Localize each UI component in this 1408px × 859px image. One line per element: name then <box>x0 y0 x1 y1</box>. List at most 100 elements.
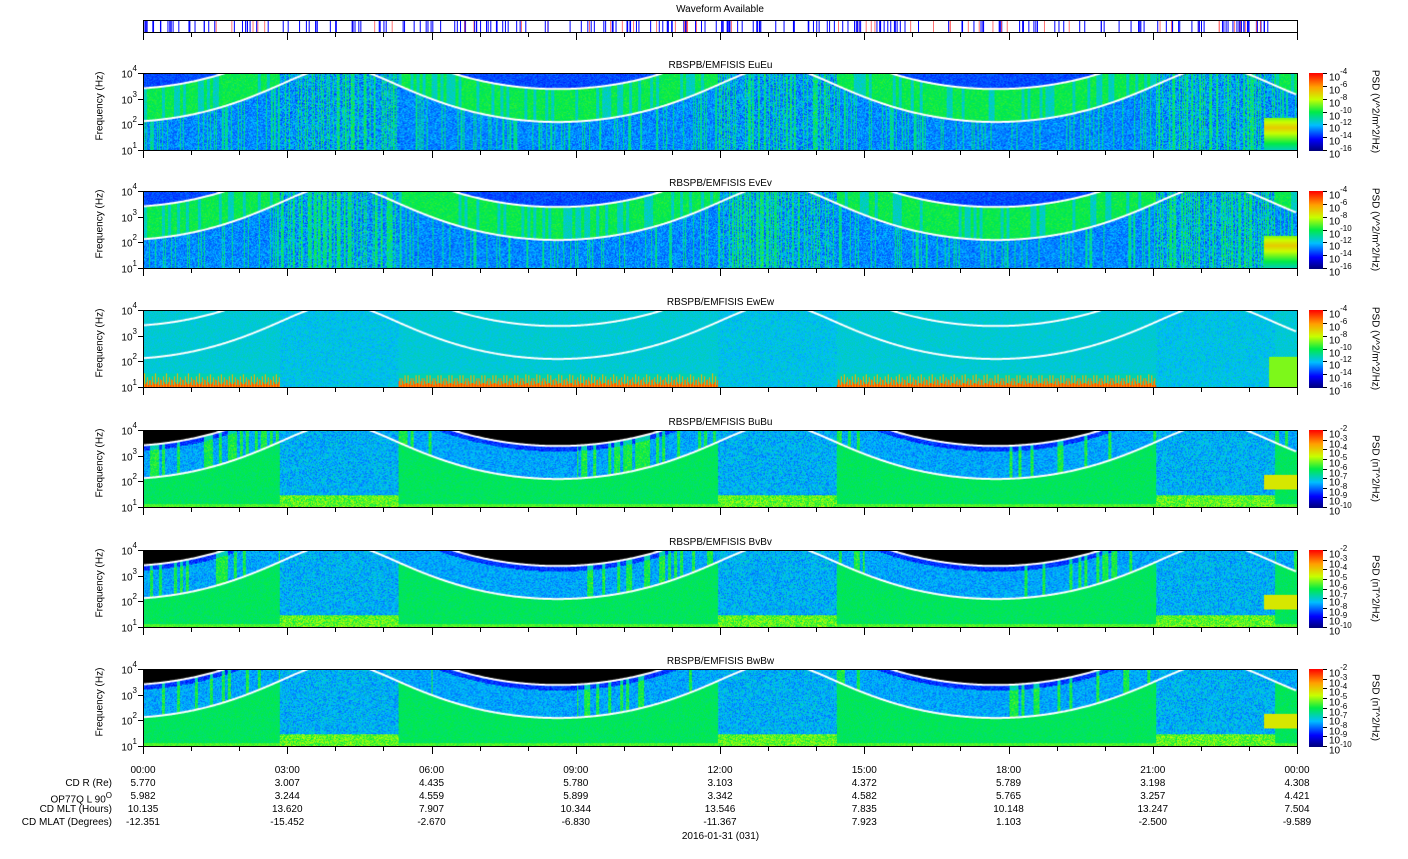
ephemeris-value: -11.367 <box>703 817 737 828</box>
spectrogram-image <box>144 431 1297 507</box>
x-minor-tick <box>623 388 625 392</box>
y-major-tick <box>138 455 143 457</box>
x-major-tick <box>1152 33 1154 40</box>
y-tick-label: 101 <box>121 378 137 395</box>
x-major-tick <box>720 269 721 276</box>
x-major-tick <box>1008 269 1010 276</box>
x-minor-tick <box>960 33 962 37</box>
x-minor-tick <box>335 151 337 155</box>
x-minor-tick <box>1200 33 1202 37</box>
colorbar-tick <box>1323 98 1327 100</box>
x-minor-tick <box>1248 628 1250 632</box>
x-major-tick <box>1152 269 1154 276</box>
x-minor-tick <box>1200 151 1202 155</box>
colorbar-tick <box>1323 268 1327 269</box>
colorbar-tick <box>1323 736 1327 738</box>
x-minor-tick <box>768 388 770 392</box>
colorbar-label: PSD (V^2/m^2/Hz) <box>1369 306 1381 391</box>
x-minor-tick <box>383 747 385 751</box>
ephemeris-value: 5.770 <box>130 778 156 789</box>
x-minor-tick <box>527 269 529 273</box>
x-minor-tick <box>623 747 625 751</box>
x-minor-tick <box>383 269 385 273</box>
y-tick-label: 101 <box>121 618 137 635</box>
x-major-tick <box>720 508 721 515</box>
x-major-tick <box>287 33 289 40</box>
x-minor-tick <box>527 151 529 155</box>
x-minor-tick <box>1056 269 1058 273</box>
colorbar-label: PSD (V^2/m^2/Hz) <box>1369 69 1381 154</box>
ephemeris-value: 3.198 <box>1140 778 1166 789</box>
colorbar-tick <box>1323 310 1327 311</box>
x-major-tick <box>287 269 289 276</box>
ephemeris-row-label: CD R (Re) <box>65 778 112 789</box>
x-minor-tick <box>1248 508 1250 512</box>
x-major-tick <box>1297 747 1298 754</box>
x-minor-tick <box>239 151 241 155</box>
colorbar-tick <box>1323 242 1327 244</box>
x-major-tick <box>143 269 144 276</box>
x-major-tick <box>431 747 433 754</box>
colorbar-label: PSD (V^2/m^2/Hz) <box>1369 187 1381 272</box>
ephemeris-value: -6.830 <box>561 817 590 828</box>
colorbar-tick <box>1323 449 1327 451</box>
y-major-tick <box>138 124 143 126</box>
colorbar-tick-label: 10-16 <box>1329 381 1352 398</box>
ephemeris-value: 5.780 <box>563 778 589 789</box>
y-tick-label: 102 <box>121 472 137 489</box>
colorbar-tick <box>1323 559 1327 561</box>
x-minor-tick <box>1056 33 1058 37</box>
ephemeris-value: 7.923 <box>851 817 877 828</box>
panel-title: RBSPB/EMFISIS EuEu <box>668 60 773 71</box>
x-major-tick <box>864 269 866 276</box>
x-minor-tick <box>1200 388 1202 392</box>
y-axis-label: Frequency (Hz) <box>94 308 106 378</box>
colorbar-tick <box>1323 707 1327 709</box>
x-minor-tick <box>816 151 818 155</box>
ephemeris-value: 5.789 <box>995 778 1022 789</box>
x-major-tick <box>575 628 577 635</box>
y-axis-label: Frequency (Hz) <box>94 428 106 498</box>
x-minor-tick <box>816 508 818 512</box>
x-major-tick <box>720 747 721 754</box>
x-major-tick <box>431 628 433 635</box>
x-minor-tick <box>191 269 193 273</box>
x-minor-tick <box>960 508 962 512</box>
x-minor-tick <box>1104 151 1106 155</box>
ephemeris-value: 3.007 <box>274 778 300 789</box>
x-minor-tick <box>671 747 673 751</box>
y-tick-label: 103 <box>121 207 137 224</box>
x-major-tick <box>287 628 289 635</box>
ephemeris-value: 4.308 <box>1284 778 1310 789</box>
ephemeris-value: 13.620 <box>271 804 303 815</box>
x-minor-tick <box>1200 628 1202 632</box>
y-major-tick <box>138 669 143 670</box>
panel-title: RBSPB/EMFISIS BwBw <box>666 656 775 667</box>
x-major-tick <box>1008 747 1010 754</box>
x-major-tick <box>1297 508 1298 515</box>
colorbar-tick <box>1323 203 1327 205</box>
y-major-tick <box>138 310 143 311</box>
x-major-tick <box>287 508 289 515</box>
y-major-tick <box>138 98 143 100</box>
spectrogram-eueu <box>143 73 1298 151</box>
x-tick-label: 21:00 <box>1140 765 1166 776</box>
ephemeris-value: -2.500 <box>1138 817 1167 828</box>
y-tick-label: 103 <box>121 89 137 106</box>
y-major-tick <box>138 73 143 74</box>
x-minor-tick <box>960 269 962 273</box>
x-major-tick <box>1152 628 1154 635</box>
colorbar-tick <box>1323 669 1327 670</box>
y-axis-label: Frequency (Hz) <box>94 548 106 618</box>
x-minor-tick <box>239 747 241 751</box>
x-major-tick <box>1008 508 1010 515</box>
ephemeris-value: 3.342 <box>707 791 733 802</box>
x-minor-tick <box>191 747 193 751</box>
spectrogram-bvbv <box>143 550 1298 628</box>
colorbar-tick <box>1323 478 1327 480</box>
y-tick-label: 103 <box>121 566 137 583</box>
x-minor-tick <box>671 388 673 392</box>
colorbar <box>1309 191 1323 269</box>
y-tick-label: 103 <box>121 446 137 463</box>
x-tick-label: 03:00 <box>274 765 300 776</box>
